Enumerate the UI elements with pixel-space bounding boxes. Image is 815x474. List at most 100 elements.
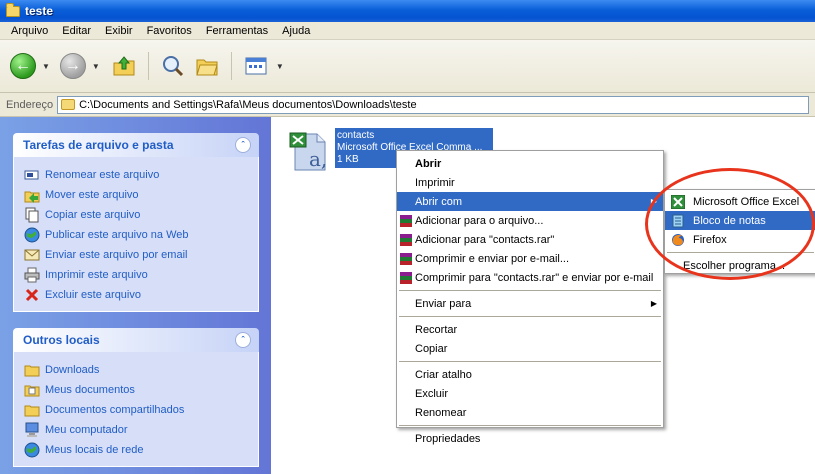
rename-icon [24,167,40,183]
address-input[interactable]: C:\Documents and Settings\Rafa\Meus docu… [57,95,809,114]
excel-csv-file-icon: a, [289,132,327,171]
menu-editar[interactable]: Editar [55,25,98,37]
menu-item-compress-email[interactable]: Comprimir e enviar por e-mail... [397,249,663,268]
views-dropdown-icon[interactable]: ▼ [276,62,284,71]
copy-icon [24,207,40,223]
submenu-item-notepad[interactable]: Bloco de notas [665,211,815,230]
folder-icon [6,2,20,17]
title-bar: teste [0,0,815,22]
menu-separator [667,252,814,253]
menu-item-print[interactable]: Imprimir [397,173,663,192]
other-places-title: Outros locais [23,333,100,347]
menu-ajuda[interactable]: Ajuda [275,25,317,37]
task-label: Imprimir este arquivo [45,269,148,281]
menu-bar: Arquivo Editar Exibir Favoritos Ferramen… [0,22,815,40]
menu-item-send-to[interactable]: Enviar para ▶ [397,294,663,313]
place-label: Downloads [45,364,100,376]
place-shared-documents[interactable]: Documentos compartilhados [24,400,258,420]
menu-item-add-archive[interactable]: Adicionar para o arquivo... [397,211,663,230]
task-delete[interactable]: Excluir este arquivo [24,285,258,305]
notepad-icon [671,214,685,228]
submenu-arrow-icon: ▶ [650,299,657,308]
task-label: Renomear este arquivo [45,169,160,181]
menu-separator [399,316,661,317]
up-folder-icon [113,56,135,76]
menu-arquivo[interactable]: Arquivo [4,25,55,37]
collapse-icon[interactable]: ˆ [235,332,251,348]
other-places-body: Downloads Meus documentos Documentos com… [13,352,259,467]
context-menu: Abrir Imprimir Abrir com ▶ Adicionar par… [396,150,664,445]
menu-separator [399,425,661,426]
task-email[interactable]: Enviar este arquivo por email [24,245,258,265]
menu-item-delete[interactable]: Excluir [397,384,663,403]
menu-separator [399,290,661,291]
back-arrow-icon: ← [15,57,31,74]
folders-icon [196,59,218,76]
menu-item-label: Enviar para [415,297,472,310]
svg-text:a,: a, [309,147,327,171]
up-folder-button[interactable] [110,52,138,80]
menu-ferramentas[interactable]: Ferramentas [199,25,275,37]
place-downloads[interactable]: Downloads [24,360,258,380]
menu-item-open[interactable]: Abrir [397,154,663,173]
back-dropdown-icon[interactable]: ▼ [42,62,50,71]
submenu-item-excel[interactable]: Microsoft Office Excel [665,192,815,211]
winrar-icon [399,271,413,285]
menu-item-copy[interactable]: Copiar [397,339,663,358]
submenu-item-firefox[interactable]: Firefox [665,230,815,249]
task-label: Publicar este arquivo na Web [45,229,189,241]
back-button[interactable]: ← [10,53,36,79]
place-network[interactable]: Meus locais de rede [24,440,258,460]
submenu-arrow-icon: ▶ [650,197,657,206]
menu-separator [399,361,661,362]
menu-item-label: Abrir com [415,195,463,208]
folder-icon [24,362,40,378]
task-publish-web[interactable]: Publicar este arquivo na Web [24,225,258,245]
forward-dropdown-icon[interactable]: ▼ [92,62,100,71]
menu-item-properties[interactable]: Propriedades [397,429,663,448]
menu-item-compress-rar-email[interactable]: Comprimir para "contacts.rar" e enviar p… [397,268,663,287]
submenu-item-choose-program[interactable]: Escolher programa... [665,256,815,273]
address-label: Endereço [6,98,54,111]
shared-folder-icon [24,402,40,418]
menu-item-open-with[interactable]: Abrir com ▶ [397,192,663,211]
folders-button[interactable] [193,52,221,80]
toolbar-separator [147,52,149,80]
place-label: Meus documentos [45,384,135,396]
task-copy[interactable]: Copiar este arquivo [24,205,258,225]
place-my-documents[interactable]: Meus documentos [24,380,258,400]
search-button[interactable] [159,52,187,80]
menu-item-cut[interactable]: Recortar [397,320,663,339]
task-label: Copiar este arquivo [45,209,141,221]
place-label: Documentos compartilhados [45,404,185,416]
task-move[interactable]: Mover este arquivo [24,185,258,205]
task-pane: Tarefas de arquivo e pasta ˆ Renomear es… [0,117,271,474]
forward-button[interactable]: → [59,53,86,79]
search-icon [162,56,183,77]
file-tasks-header[interactable]: Tarefas de arquivo e pasta ˆ [13,133,259,157]
menu-item-label: Microsoft Office Excel [693,195,800,208]
views-button[interactable] [242,52,270,80]
task-print[interactable]: Imprimir este arquivo [24,265,258,285]
menu-item-create-shortcut[interactable]: Criar atalho [397,365,663,384]
menu-item-label: Adicionar para o arquivo... [415,214,544,227]
winrar-icon [399,233,413,247]
winrar-icon [399,214,413,228]
place-label: Meus locais de rede [45,444,144,456]
firefox-icon [671,233,685,247]
task-label: Excluir este arquivo [45,289,141,301]
menu-favoritos[interactable]: Favoritos [140,25,199,37]
file-contacts[interactable]: a, [287,130,333,172]
menu-item-add-rar[interactable]: Adicionar para "contacts.rar" [397,230,663,249]
menu-exibir[interactable]: Exibir [98,25,140,37]
place-my-computer[interactable]: Meu computador [24,420,258,440]
menu-item-rename[interactable]: Renomear [397,403,663,422]
other-places-header[interactable]: Outros locais ˆ [13,328,259,352]
collapse-icon[interactable]: ˆ [235,137,251,153]
window-title: teste [25,4,54,18]
task-rename[interactable]: Renomear este arquivo [24,165,258,185]
computer-icon [24,422,40,438]
address-bar: Endereço C:\Documents and Settings\Rafa\… [0,93,815,117]
toolbar: ← ▼ → ▼ ▼ [0,40,815,93]
place-label: Meu computador [45,424,128,436]
